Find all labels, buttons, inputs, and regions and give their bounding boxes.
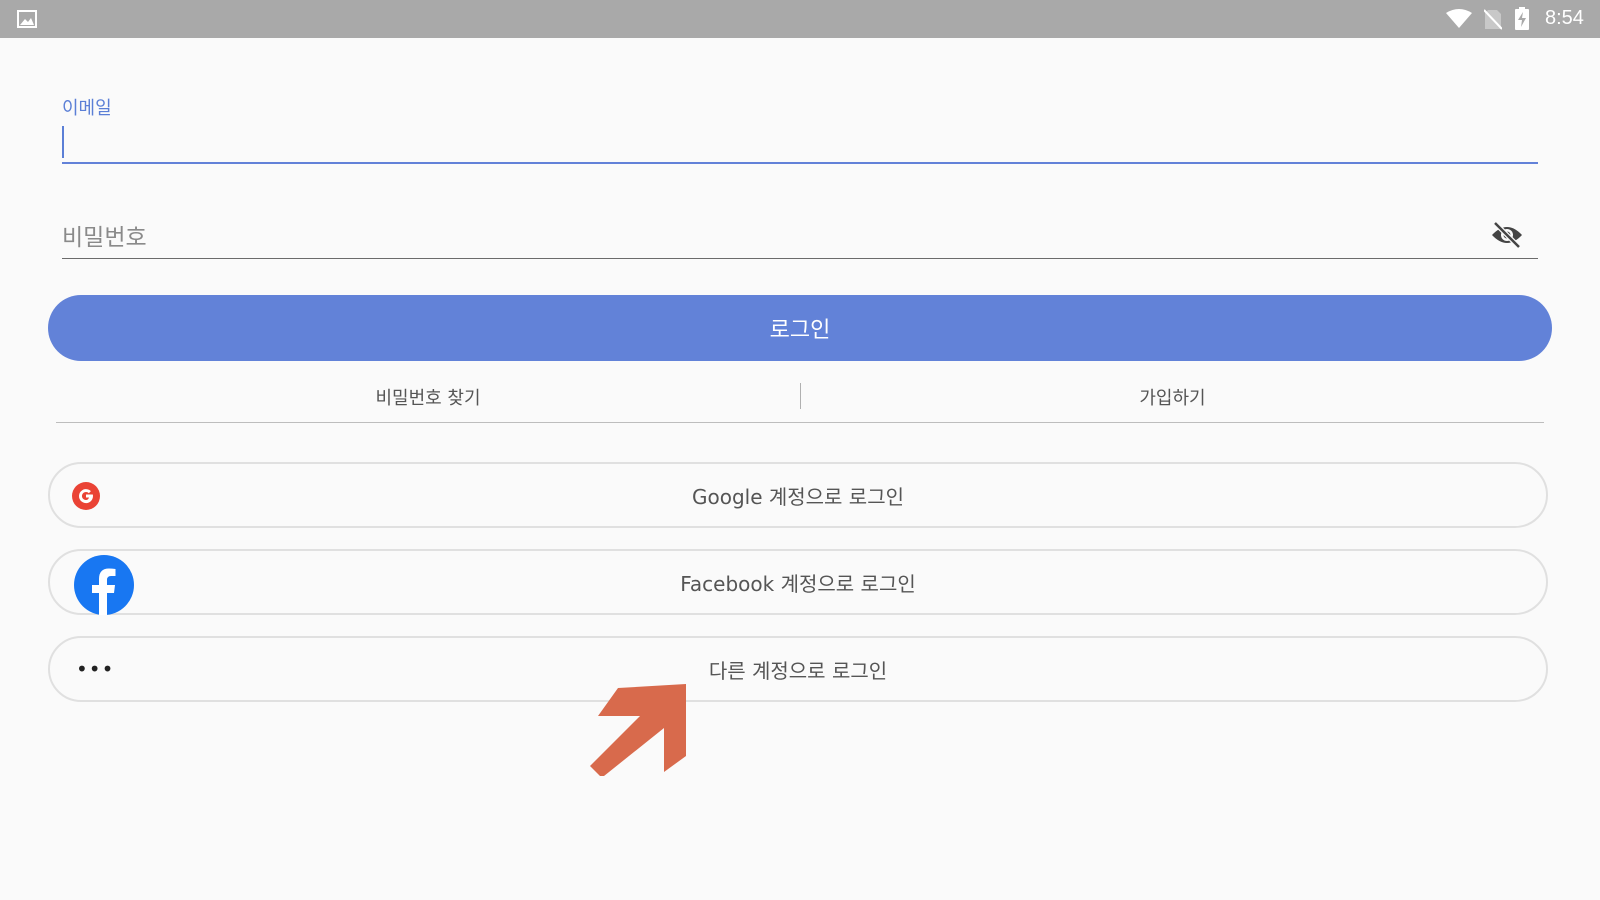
google-login-label: Google 계정으로 로그인 — [691, 484, 905, 509]
no-sim-icon — [1484, 9, 1502, 30]
status-time: 8:54 — [1545, 7, 1584, 29]
login-button[interactable]: 로그인 — [48, 295, 1552, 361]
facebook-login-button[interactable]: Facebook 계정으로 로그인 — [48, 549, 1548, 615]
eye-off-icon[interactable] — [1490, 220, 1524, 250]
wifi-icon — [1446, 9, 1472, 28]
email-field[interactable] — [62, 124, 1538, 164]
text-caret — [62, 126, 64, 158]
password-field[interactable] — [62, 214, 1538, 259]
battery-charging-icon — [1515, 7, 1529, 30]
signup-link[interactable]: 가입하기 — [801, 378, 1544, 416]
status-bar: 8:54 — [0, 0, 1600, 38]
email-label: 이메일 — [62, 98, 112, 119]
arrow-annotation-icon — [590, 684, 686, 776]
other-login-button[interactable]: ••• 다른 계정으로 로그인 — [48, 636, 1548, 702]
google-icon — [72, 482, 100, 510]
other-login-label: 다른 계정으로 로그인 — [708, 658, 888, 683]
more-icon: ••• — [76, 657, 115, 681]
facebook-icon — [74, 555, 134, 615]
password-placeholder: 비밀번호 — [62, 225, 147, 251]
gallery-icon — [17, 10, 37, 28]
facebook-login-label: Facebook 계정으로 로그인 — [680, 571, 916, 596]
find-password-link[interactable]: 비밀번호 찾기 — [56, 378, 800, 416]
google-login-button[interactable]: Google 계정으로 로그인 — [48, 462, 1548, 528]
auth-links-row: 비밀번호 찾기 가입하기 — [56, 378, 1544, 423]
